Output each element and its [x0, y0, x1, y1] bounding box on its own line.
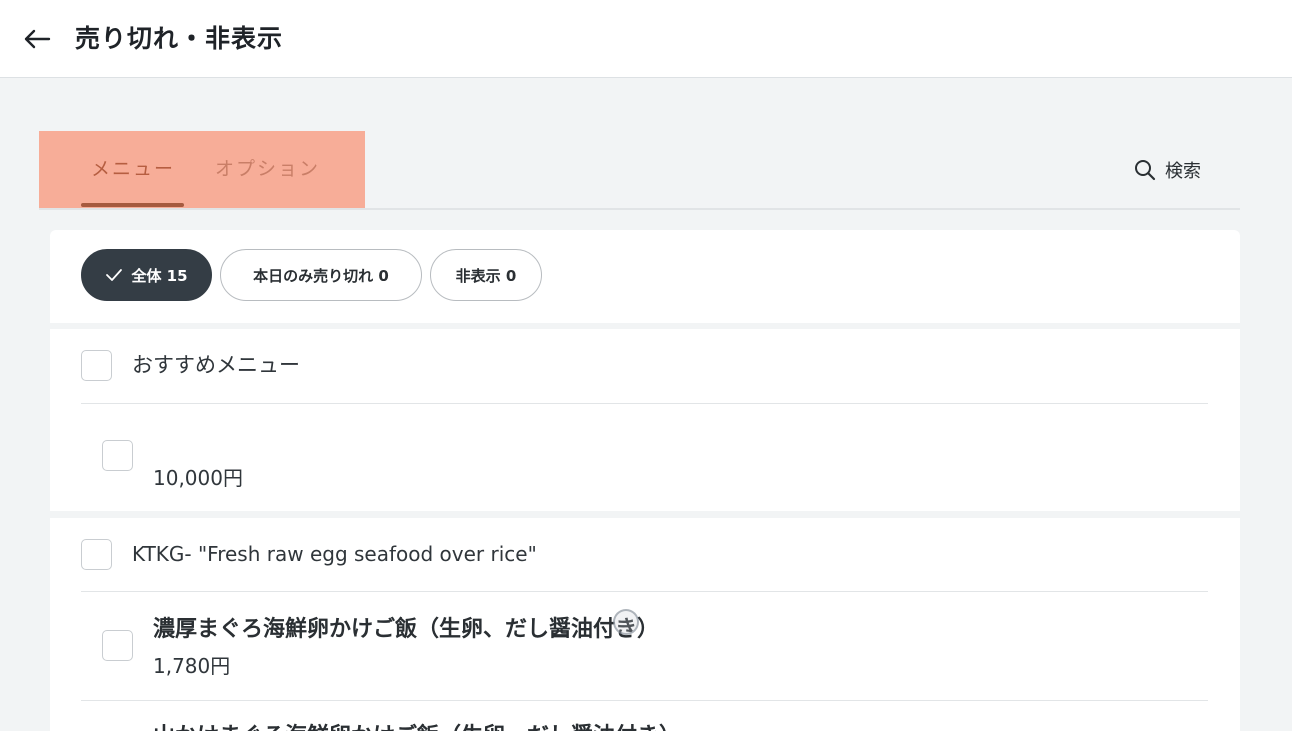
divider [81, 700, 1208, 701]
category-name: おすすめメニュー [132, 353, 300, 377]
filter-chip-soldout-today-label: 本日のみ売り切れ 0 [253, 266, 389, 285]
item-price: 1,780円 [153, 654, 231, 678]
item-checkbox[interactable] [102, 440, 133, 471]
filter-bar: 全体 15 本日のみ売り切れ 0 非表示 0 [50, 230, 1240, 323]
filter-chip-hidden-label: 非表示 0 [455, 266, 517, 285]
item-price: 10,000円 [153, 466, 243, 490]
category-checkbox[interactable] [81, 350, 112, 381]
filter-chip-all-label: 全体 15 [131, 266, 188, 285]
category-section: KTKG- "Fresh raw egg seafood over rice" … [50, 518, 1240, 731]
divider [81, 591, 1208, 592]
back-button[interactable] [20, 22, 54, 56]
mouse-cursor [613, 609, 639, 635]
tabs-divider [39, 208, 1240, 210]
category-name: KTKG- "Fresh raw egg seafood over rice" [132, 542, 537, 566]
tab-menu[interactable]: メニュー [91, 154, 175, 184]
tab-option[interactable]: オプション [215, 154, 320, 184]
search-label: 検索 [1165, 161, 1201, 182]
item-name: 濃厚まぐろ海鮮卵かけご飯（生卵、だし醤油付き） [153, 617, 660, 642]
top-app-bar: 売り切れ・非表示 [0, 0, 1292, 78]
item-checkbox[interactable] [102, 630, 133, 661]
search-button[interactable]: 検索 [1133, 155, 1201, 185]
page-title: 売り切れ・非表示 [75, 24, 284, 53]
item-name: 山かけまぐろ海鮮卵かけご飯（生卵、だし醤油付き） [153, 718, 681, 731]
filter-chip-hidden[interactable]: 非表示 0 [430, 249, 542, 301]
active-tab-indicator [81, 203, 184, 207]
divider [81, 403, 1208, 404]
filter-chip-soldout-today[interactable]: 本日のみ売り切れ 0 [220, 249, 422, 301]
filter-chip-all[interactable]: 全体 15 [81, 249, 212, 301]
arrow-left-icon [24, 29, 51, 49]
category-section: おすすめメニュー 10,000円 [50, 329, 1240, 511]
search-icon [1135, 160, 1156, 181]
category-checkbox[interactable] [81, 539, 112, 570]
check-icon [106, 269, 123, 281]
